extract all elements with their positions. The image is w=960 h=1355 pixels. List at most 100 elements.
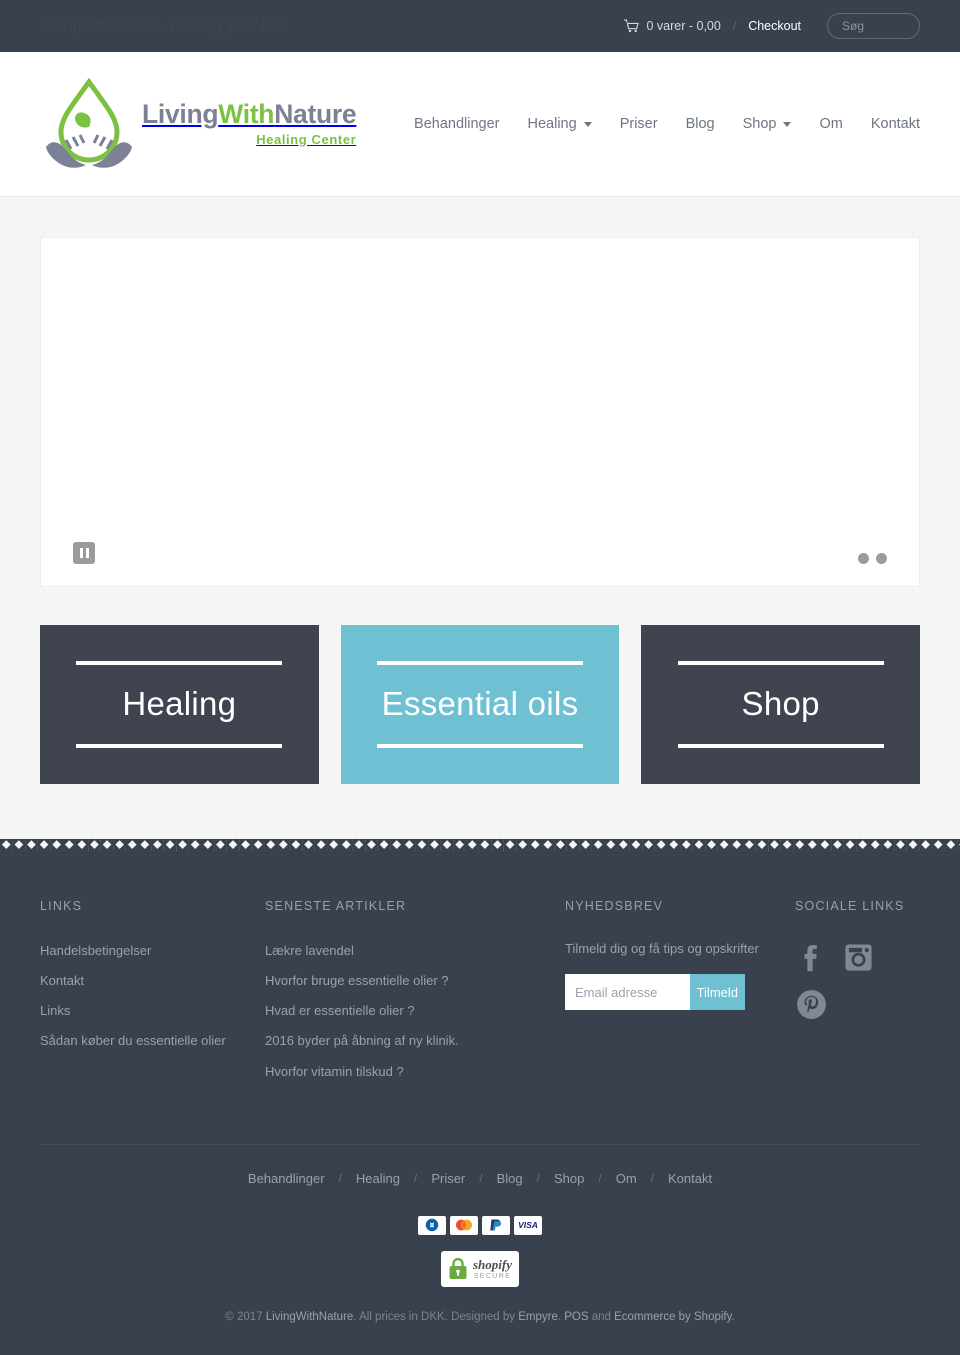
newsletter-submit-button[interactable]: Tilmeld	[689, 974, 745, 1010]
footer-article-1[interactable]: Lækre lavendel	[265, 941, 565, 961]
footer-nav-om[interactable]: Om	[602, 1171, 651, 1186]
promo-tile-healing[interactable]: Healing	[40, 625, 319, 784]
pause-bar-left	[79, 548, 83, 558]
logo-word: LivingWithNature	[142, 99, 357, 130]
main-navigation: Behandlinger Healing Priser Blog Shop Om…	[400, 116, 920, 132]
nav-item-om[interactable]: Om	[805, 116, 856, 132]
newsletter-description: Tilmeld dig og få tips og opskrifter	[565, 941, 759, 956]
chevron-down-icon	[783, 121, 792, 127]
promo-tile-essential-oils[interactable]: Essential oils	[340, 625, 620, 784]
footer-columns: LINKS Handelsbetingelser Kontakt Links S…	[40, 899, 920, 1092]
site-footer: LINKS Handelsbetingelser Kontakt Links S…	[0, 851, 960, 1355]
slider-pause-icon[interactable]	[73, 542, 95, 564]
tile-rule-bottom	[376, 744, 584, 748]
footer-column-newsletter: NYHEDSBREV Tilmeld dig og få tips og ops…	[565, 899, 795, 1092]
checkout-link[interactable]: Checkout	[748, 19, 801, 33]
topbar: Livingwithnature - healing your life 0 v…	[0, 0, 960, 52]
footer-link-saadan-koeber[interactable]: Sådan køber du essentielle olier	[40, 1031, 265, 1051]
pinterest-icon[interactable]	[795, 988, 828, 1021]
slider-dot-1[interactable]	[858, 553, 869, 564]
nav-item-behandlinger[interactable]: Behandlinger	[400, 116, 513, 132]
footer-article-2[interactable]: Hvorfor bruge essentielle olier ?	[265, 971, 565, 991]
site-logo[interactable]: LivingWithNature Healing Center	[40, 74, 357, 174]
copyright-ecommerce-link[interactable]: Ecommerce by Shopify	[614, 1311, 731, 1323]
footer-nav-shop[interactable]: Shop	[540, 1171, 598, 1186]
copyright-mid3: and	[588, 1310, 615, 1323]
payment-methods: VISA	[40, 1215, 920, 1235]
nav-label: Om	[819, 116, 843, 132]
footer-nav-blog[interactable]: Blog	[483, 1171, 537, 1186]
footer-column-links: LINKS Handelsbetingelser Kontakt Links S…	[40, 899, 265, 1092]
footer-article-5[interactable]: Hvorfor vitamin tilskud ?	[265, 1062, 565, 1082]
footer-link-links[interactable]: Links	[40, 1001, 265, 1021]
logo-word-part1: Living	[142, 99, 219, 130]
main-content: Healing Essential oils Shop	[0, 197, 960, 839]
shopping-cart-icon	[623, 19, 639, 33]
mastercard-icon	[450, 1215, 478, 1235]
nav-label: Priser	[619, 116, 658, 132]
svg-text:VISA: VISA	[518, 1220, 538, 1230]
promo-tiles: Healing Essential oils Shop	[40, 625, 921, 784]
cart-link[interactable]: 0 varer - 0,00	[623, 19, 721, 33]
tile-label: Essential oils	[381, 685, 579, 722]
logo-subtitle: Healing Center	[256, 131, 357, 147]
nav-item-kontakt[interactable]: Kontakt	[857, 116, 920, 132]
footer-nav-kontakt[interactable]: Kontakt	[654, 1171, 726, 1186]
footer-bottom: Behandlinger / Healing / Priser / Blog /…	[40, 1143, 920, 1355]
nav-item-shop[interactable]: Shop	[729, 116, 806, 132]
logo-wordmark: LivingWithNature Healing Center	[142, 99, 357, 147]
visa-icon: VISA	[514, 1215, 542, 1235]
nav-label: Shop	[742, 116, 777, 132]
cart-label: 0 varer - 0,00	[646, 19, 721, 33]
newsletter-email-input[interactable]	[565, 974, 690, 1010]
nav-item-priser[interactable]: Priser	[606, 116, 672, 132]
search-input[interactable]	[827, 13, 920, 39]
footer-nav-priser[interactable]: Priser	[417, 1171, 479, 1186]
copyright-designer-link[interactable]: Empyre	[518, 1311, 558, 1323]
tile-label: Healing	[122, 685, 237, 722]
footer-zigzag-divider	[0, 839, 960, 851]
pause-bar-right	[85, 548, 89, 558]
hero-slider[interactable]	[40, 237, 920, 587]
instagram-icon[interactable]	[842, 941, 875, 974]
copyright-pos-link[interactable]: POS	[564, 1311, 588, 1323]
social-row-2	[795, 988, 920, 1021]
social-row-1	[795, 941, 920, 974]
footer-link-kontakt[interactable]: Kontakt	[40, 971, 265, 991]
promo-tile-shop[interactable]: Shop	[641, 625, 921, 784]
slider-dot-2[interactable]	[876, 553, 887, 564]
nav-label: Healing	[527, 116, 577, 132]
nav-item-blog[interactable]: Blog	[672, 116, 729, 132]
tile-label: Shop	[741, 685, 820, 722]
footer-article-4[interactable]: 2016 byder på åbning af ny klinik.	[265, 1031, 565, 1051]
copyright-prefix: © 2017	[225, 1310, 266, 1323]
nav-item-healing[interactable]: Healing	[514, 116, 606, 132]
slider-dots	[858, 553, 887, 564]
footer-column-social: SOCIALE LINKS	[795, 899, 920, 1092]
logo-word-part2: With	[218, 99, 275, 130]
tile-rule-bottom	[677, 744, 884, 748]
green-water-drop-leaf-in-hands-icon	[40, 74, 138, 174]
shopify-badge-secure: SECURE	[473, 1272, 512, 1280]
shopify-secure-badge: shopify SECURE	[441, 1250, 519, 1287]
copyright-brand-link[interactable]: LivingWithNature	[266, 1311, 354, 1323]
chevron-down-icon	[583, 121, 592, 127]
footer-link-handelsbetingelser[interactable]: Handelsbetingelser	[40, 941, 265, 961]
footer-nav-healing[interactable]: Healing	[342, 1171, 414, 1186]
footer-column-articles: SENESTE ARTIKLER Lækre lavendel Hvorfor …	[265, 899, 565, 1092]
tile-rule-bottom	[76, 744, 283, 748]
site-tagline: Livingwithnature - healing your life	[40, 17, 282, 34]
topbar-separator: /	[732, 19, 737, 33]
copyright-mid: . All prices in DKK. Designed by	[353, 1310, 519, 1323]
footer-article-3[interactable]: Hvad er essentielle olier ?	[265, 1001, 565, 1021]
nav-label: Behandlinger	[414, 116, 500, 132]
nav-label: Kontakt	[870, 116, 920, 132]
logo-word-part3: Nature	[274, 99, 357, 130]
diners-club-icon	[418, 1215, 446, 1235]
site-header: LivingWithNature Healing Center Behandli…	[0, 52, 960, 197]
copyright-suffix: .	[731, 1310, 735, 1323]
copyright-line: © 2017 LivingWithNature. All prices in D…	[40, 1311, 920, 1337]
facebook-icon[interactable]	[795, 941, 828, 974]
footer-newsletter-title: NYHEDSBREV	[565, 899, 664, 913]
footer-nav-behandlinger[interactable]: Behandlinger	[234, 1171, 339, 1186]
